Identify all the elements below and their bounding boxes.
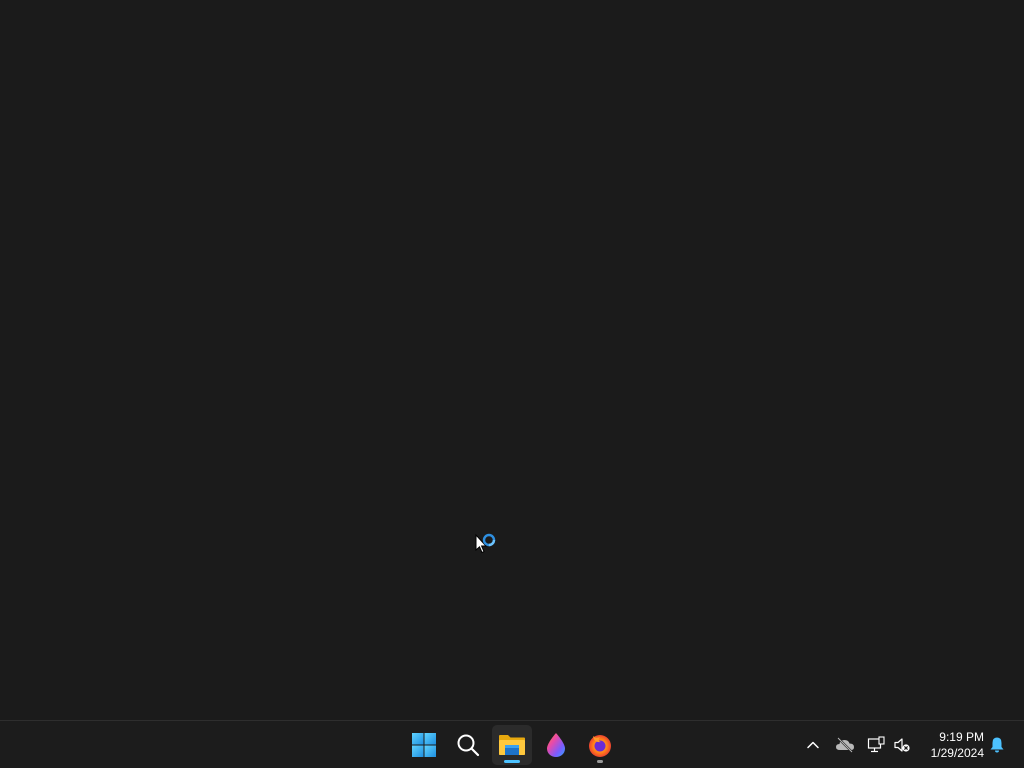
search-button[interactable] [448, 725, 488, 765]
desktop[interactable] [0, 0, 1024, 720]
busy-cursor-icon [475, 533, 496, 554]
clock[interactable]: 9:19 PM 1/29/2024 [920, 727, 984, 765]
volume-muted-icon [894, 738, 910, 752]
color-drop-app-button[interactable] [536, 725, 576, 765]
cloud-offline-icon [836, 737, 854, 753]
clock-date: 1/29/2024 [930, 746, 984, 760]
search-icon [457, 734, 480, 757]
show-hidden-icons-button[interactable] [801, 733, 825, 757]
file-explorer-button[interactable] [492, 725, 532, 765]
bell-icon [990, 737, 1004, 753]
start-button[interactable] [404, 725, 444, 765]
taskbar: 9:19 PM 1/29/2024 [0, 720, 1024, 768]
network-tray-button[interactable] [864, 733, 888, 757]
chevron-up-icon [807, 741, 819, 749]
volume-tray-button[interactable] [890, 733, 914, 757]
firefox-icon [589, 735, 611, 757]
onedrive-tray-button[interactable] [833, 733, 857, 757]
network-icon [867, 736, 885, 753]
folder-icon [499, 735, 525, 755]
notifications-button[interactable] [985, 733, 1009, 757]
running-indicator [504, 760, 520, 763]
running-indicator [597, 760, 603, 763]
windows-logo-icon [412, 733, 436, 757]
color-drop-icon [547, 733, 565, 757]
clock-time: 9:19 PM [939, 730, 984, 744]
firefox-button[interactable] [580, 725, 620, 765]
